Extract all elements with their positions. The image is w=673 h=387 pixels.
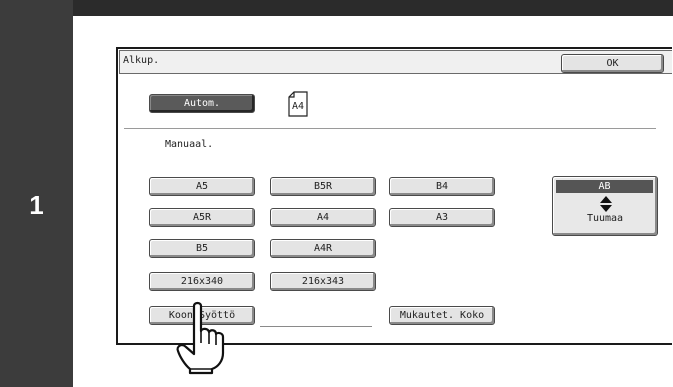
size-button-a4[interactable]: A4	[270, 208, 376, 227]
size-button-b4[interactable]: B4	[389, 177, 495, 196]
size-button-216x343[interactable]: 216x343	[270, 272, 376, 291]
ok-button[interactable]: OK	[561, 54, 664, 73]
step-sidebar: 1	[0, 0, 73, 387]
panel-title: Alkup.	[123, 55, 160, 66]
size-button-a5r[interactable]: A5R	[149, 208, 255, 227]
unit-imperial-label: Tuumaa	[586, 213, 624, 224]
size-button-b5[interactable]: B5	[149, 239, 255, 258]
pointing-hand-icon	[176, 301, 225, 375]
size-button-216x340[interactable]: 216x340	[149, 272, 255, 291]
size-button-b5r[interactable]: B5R	[270, 177, 376, 196]
size-button-a3[interactable]: A3	[389, 208, 495, 227]
unit-toggle[interactable]: AB Tuumaa	[552, 176, 658, 236]
unit-metric-label: AB	[556, 180, 653, 193]
auto-button[interactable]: Autom.	[149, 94, 255, 113]
size-button-a4r[interactable]: A4R	[270, 239, 376, 258]
size-input-field[interactable]	[260, 326, 372, 327]
up-down-arrow-icon	[600, 196, 612, 212]
step-number: 1	[29, 190, 44, 220]
detected-size-label: A4	[292, 101, 305, 112]
custom-size-button[interactable]: Mukautet. Koko	[389, 306, 495, 325]
top-rule	[73, 0, 673, 16]
size-button-a5[interactable]: A5	[149, 177, 255, 196]
divider	[124, 128, 656, 129]
manual-label: Manuaal.	[165, 139, 214, 150]
